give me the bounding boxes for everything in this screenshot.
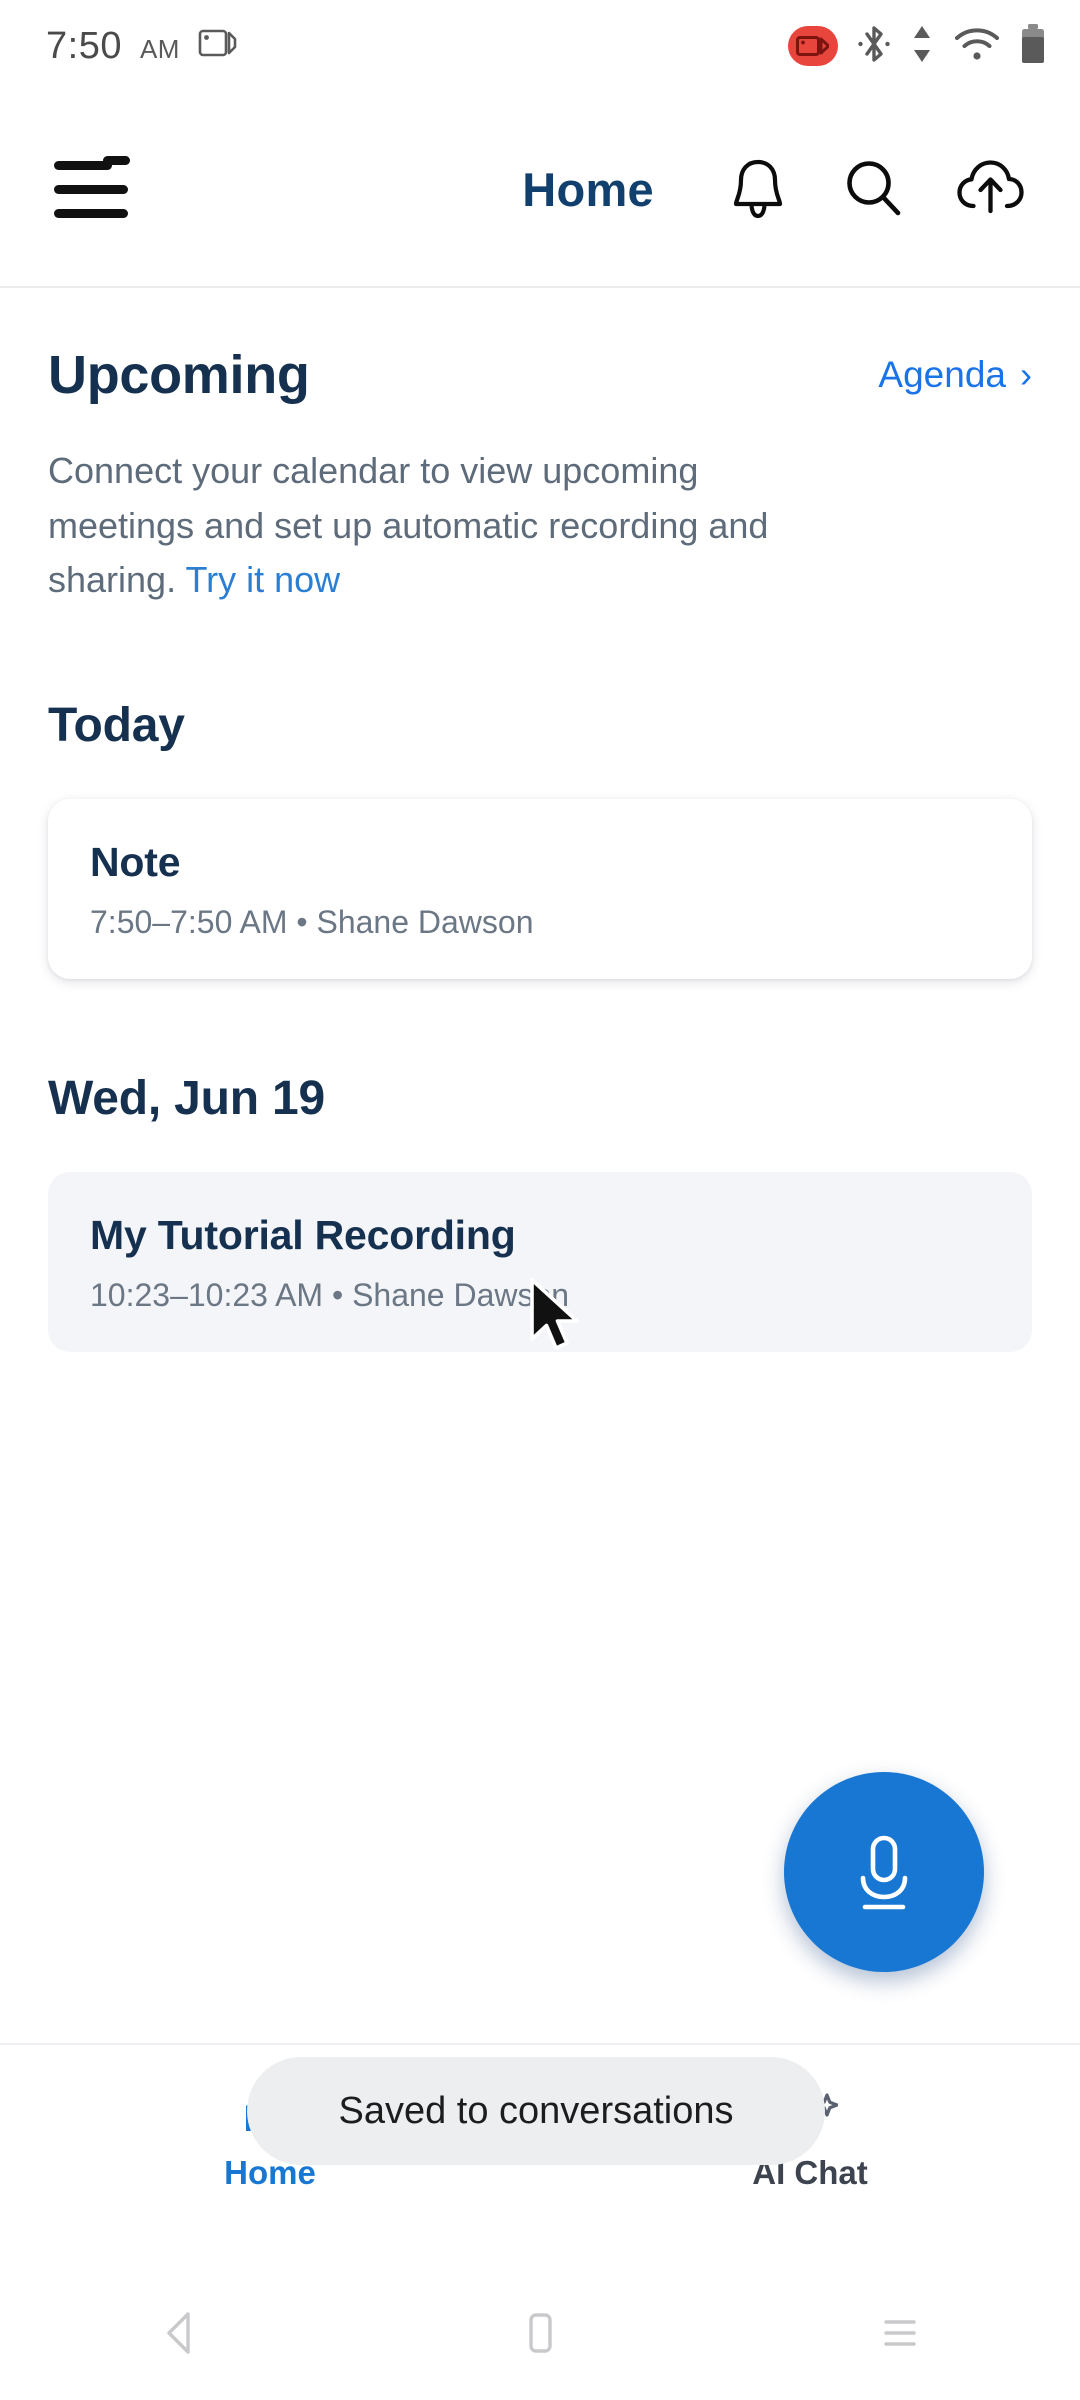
agenda-link[interactable]: Agenda › bbox=[878, 354, 1032, 396]
search-icon[interactable] bbox=[816, 131, 932, 247]
back-triangle-icon bbox=[167, 2311, 190, 2354]
meeting-card-note[interactable]: Note 7:50–7:50 AM • Shane Dawson bbox=[48, 799, 1032, 980]
data-transfer-icon bbox=[910, 23, 934, 70]
agenda-link-label: Agenda bbox=[878, 354, 1006, 395]
app-header: Home bbox=[0, 92, 1080, 288]
bluetooth-icon bbox=[858, 23, 890, 70]
meeting-card-title: My Tutorial Recording bbox=[90, 1212, 516, 1259]
status-bar-left: 7:50 AM bbox=[46, 25, 238, 68]
meeting-card-subtitle: 7:50–7:50 AM • Shane Dawson bbox=[90, 904, 534, 941]
system-recents-button[interactable] bbox=[720, 2311, 1080, 2355]
system-navigation-bar bbox=[0, 2265, 1080, 2400]
page-title: Home bbox=[522, 162, 654, 216]
status-bar: 7:50 AM bbox=[0, 0, 1080, 92]
wifi-icon bbox=[954, 26, 1000, 67]
notifications-bell-icon[interactable] bbox=[700, 131, 816, 247]
microphone-icon bbox=[860, 1835, 908, 1910]
try-it-now-link[interactable]: Try it now bbox=[185, 559, 340, 600]
upcoming-header-row: Upcoming Agenda › bbox=[0, 344, 1080, 406]
meeting-card-subtitle: 10:23–10:23 AM • Shane Dawson bbox=[90, 1277, 570, 1314]
screen-record-icon bbox=[788, 26, 838, 66]
cloud-upload-icon[interactable] bbox=[932, 131, 1048, 247]
section-heading-wed-jun-19: Wed, Jun 19 bbox=[48, 1072, 325, 1126]
screen-cast-icon bbox=[198, 27, 238, 68]
hamburger-menu-icon[interactable] bbox=[54, 156, 132, 220]
battery-icon bbox=[1020, 23, 1046, 70]
system-home-button[interactable] bbox=[360, 2308, 720, 2358]
toast-message: Saved to conversations bbox=[247, 2057, 825, 2165]
recents-lines-icon bbox=[884, 2319, 916, 2346]
system-back-button[interactable] bbox=[0, 2308, 360, 2358]
record-fab-button[interactable] bbox=[784, 1772, 984, 1972]
main-content: Upcoming Agenda › Connect your calendar … bbox=[0, 290, 1080, 1353]
status-bar-clock: 7:50 bbox=[46, 24, 122, 67]
upcoming-description: Connect your calendar to view upcoming m… bbox=[0, 444, 900, 608]
home-square-icon bbox=[529, 2312, 552, 2353]
status-bar-right bbox=[788, 23, 1046, 70]
section-heading-today: Today bbox=[48, 699, 185, 753]
upcoming-heading: Upcoming bbox=[48, 345, 310, 405]
chevron-right-icon: › bbox=[1020, 354, 1032, 395]
meeting-card-title: Note bbox=[90, 839, 181, 886]
toast-text: Saved to conversations bbox=[338, 2089, 734, 2132]
meeting-card-my-tutorial-recording[interactable]: My Tutorial Recording 10:23–10:23 AM • S… bbox=[48, 1172, 1032, 1353]
phone-screen: 7:50 AM Home Upcoming Agenda › Connect y… bbox=[0, 0, 1080, 2400]
upcoming-description-text: Connect your calendar to view upcoming m… bbox=[48, 450, 769, 601]
app-header-actions: Home bbox=[522, 131, 1080, 247]
menu-notification-badge bbox=[103, 156, 130, 165]
status-bar-ampm: AM bbox=[139, 33, 180, 64]
